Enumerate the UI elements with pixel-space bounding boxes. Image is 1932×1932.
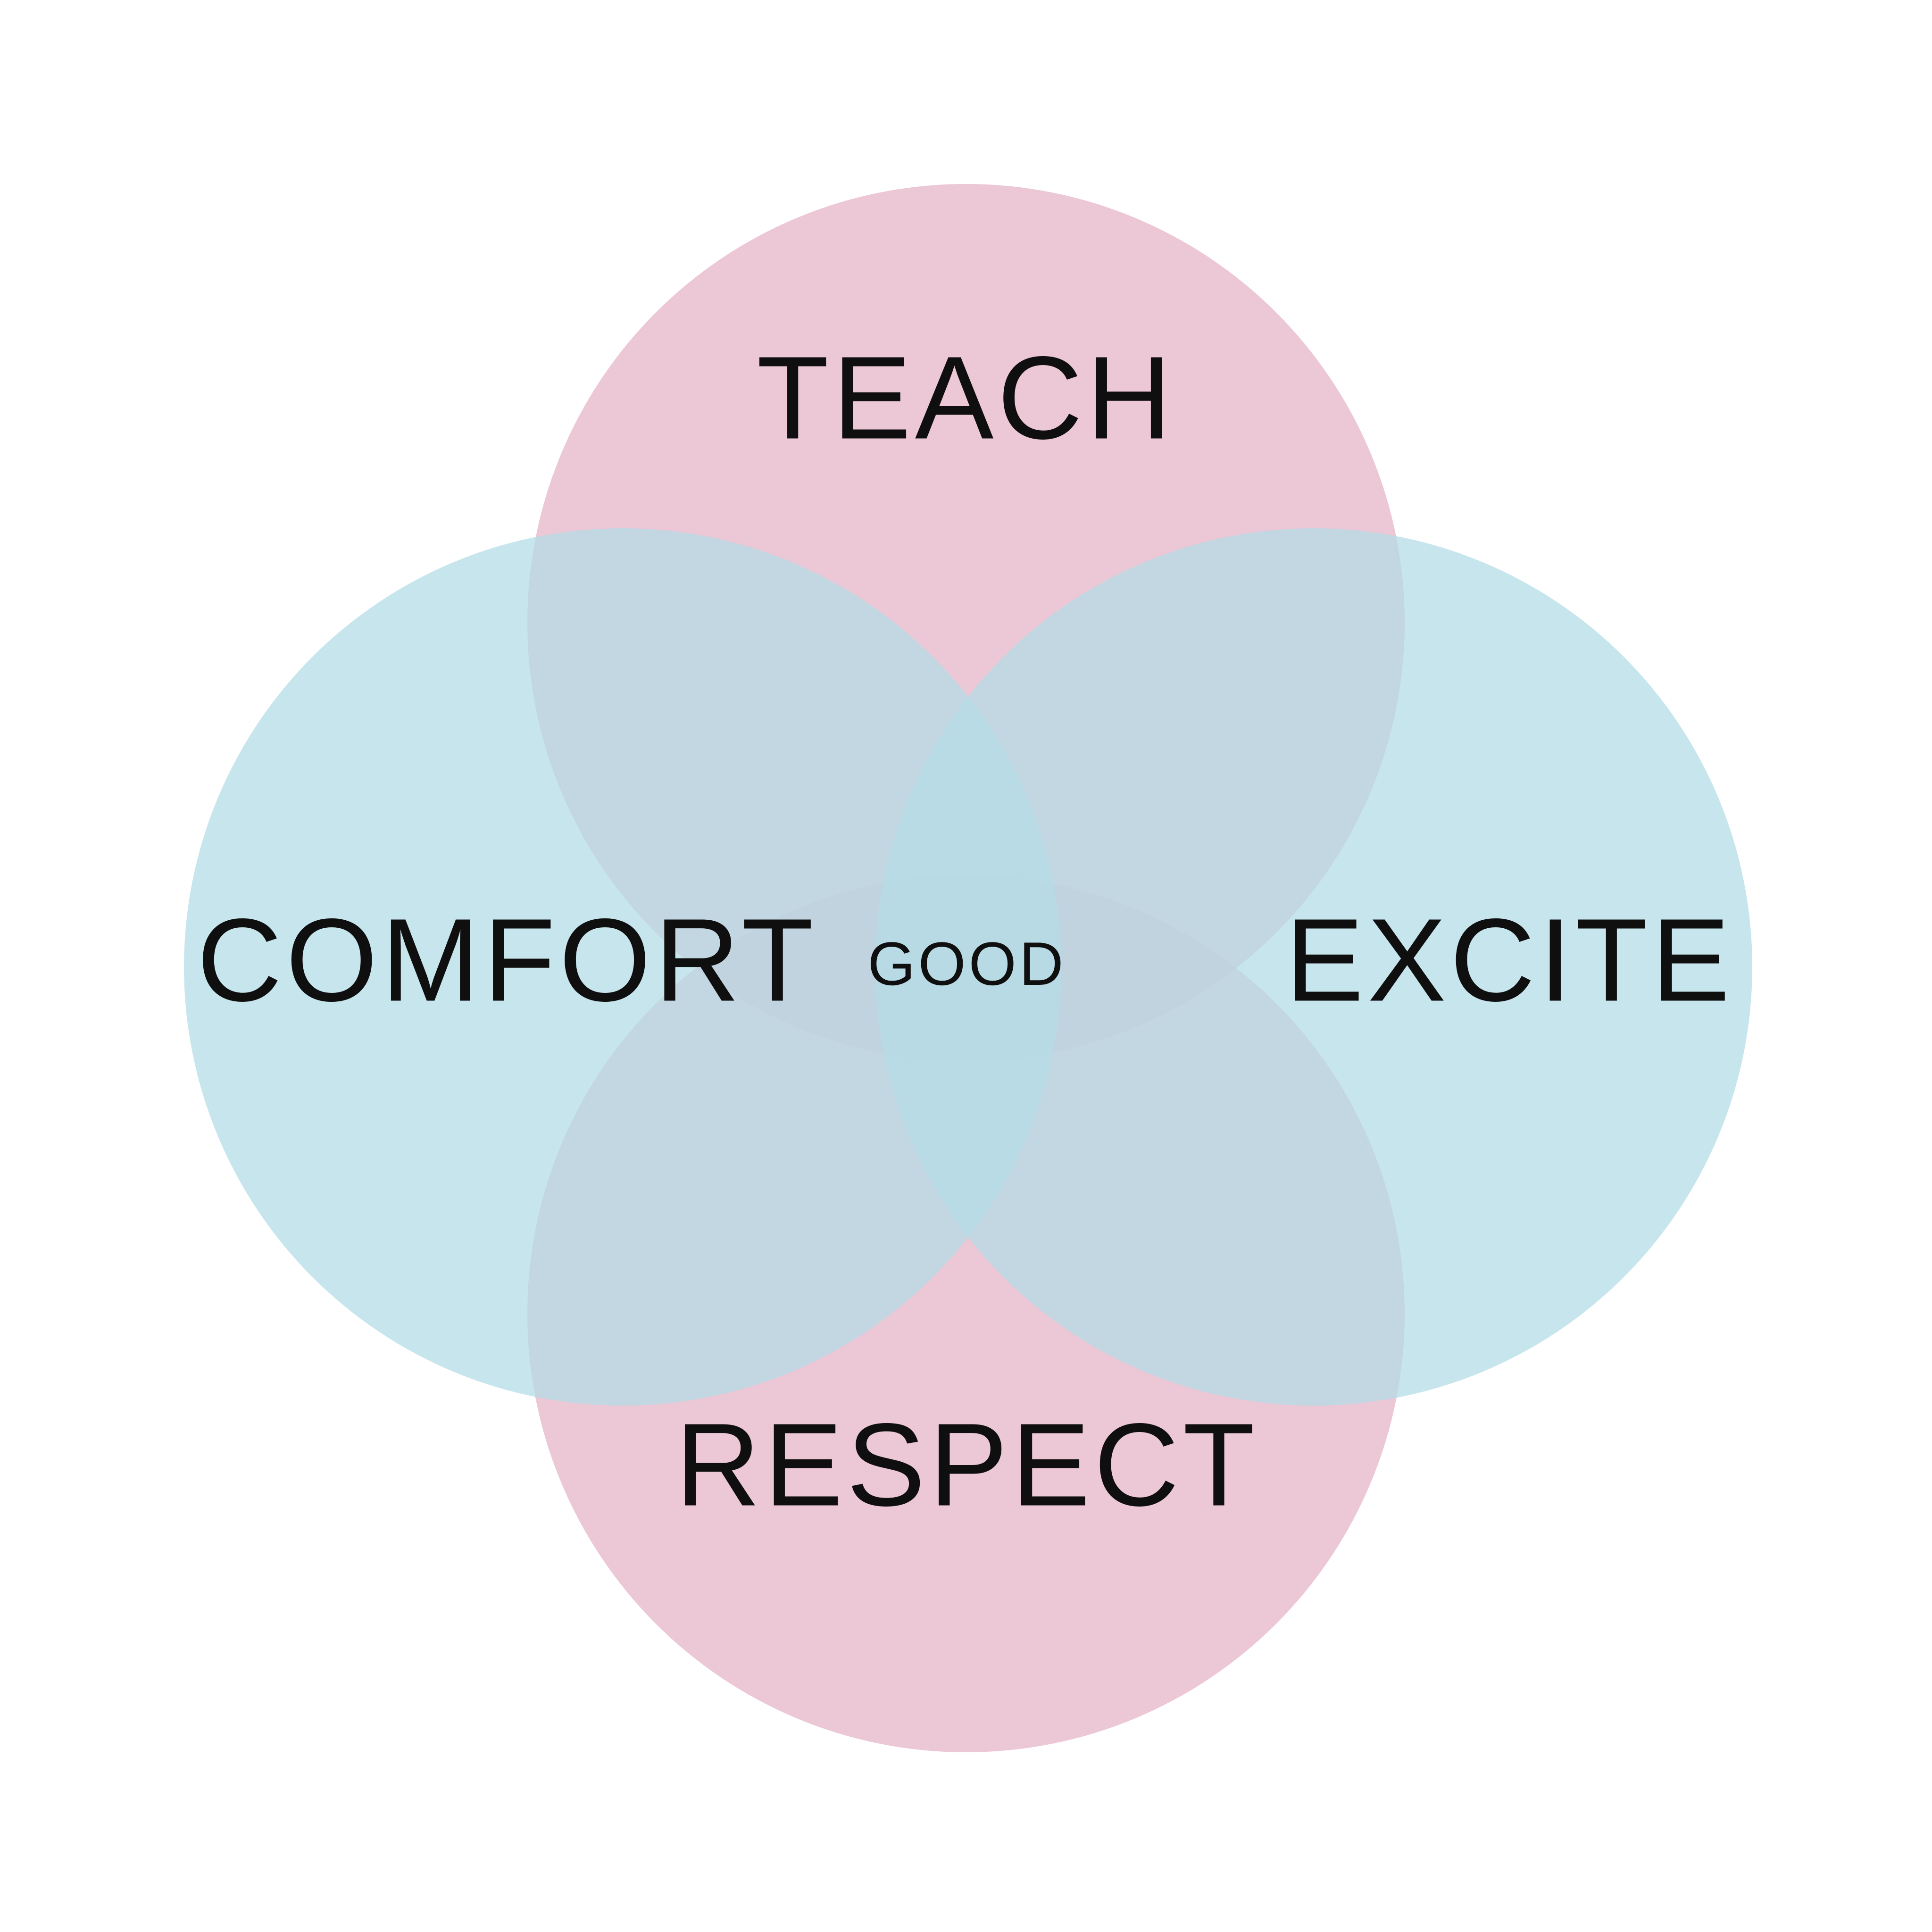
venn-diagram: TEACH COMFORT EXCITE RESPECT GOOD — [184, 184, 1752, 1752]
label-excite: EXCITE — [1285, 894, 1734, 1026]
label-respect: RESPECT — [675, 1399, 1259, 1531]
label-comfort: COMFORT — [197, 894, 817, 1026]
label-center-good: GOOD — [867, 929, 1066, 998]
label-teach: TEACH — [757, 332, 1175, 464]
